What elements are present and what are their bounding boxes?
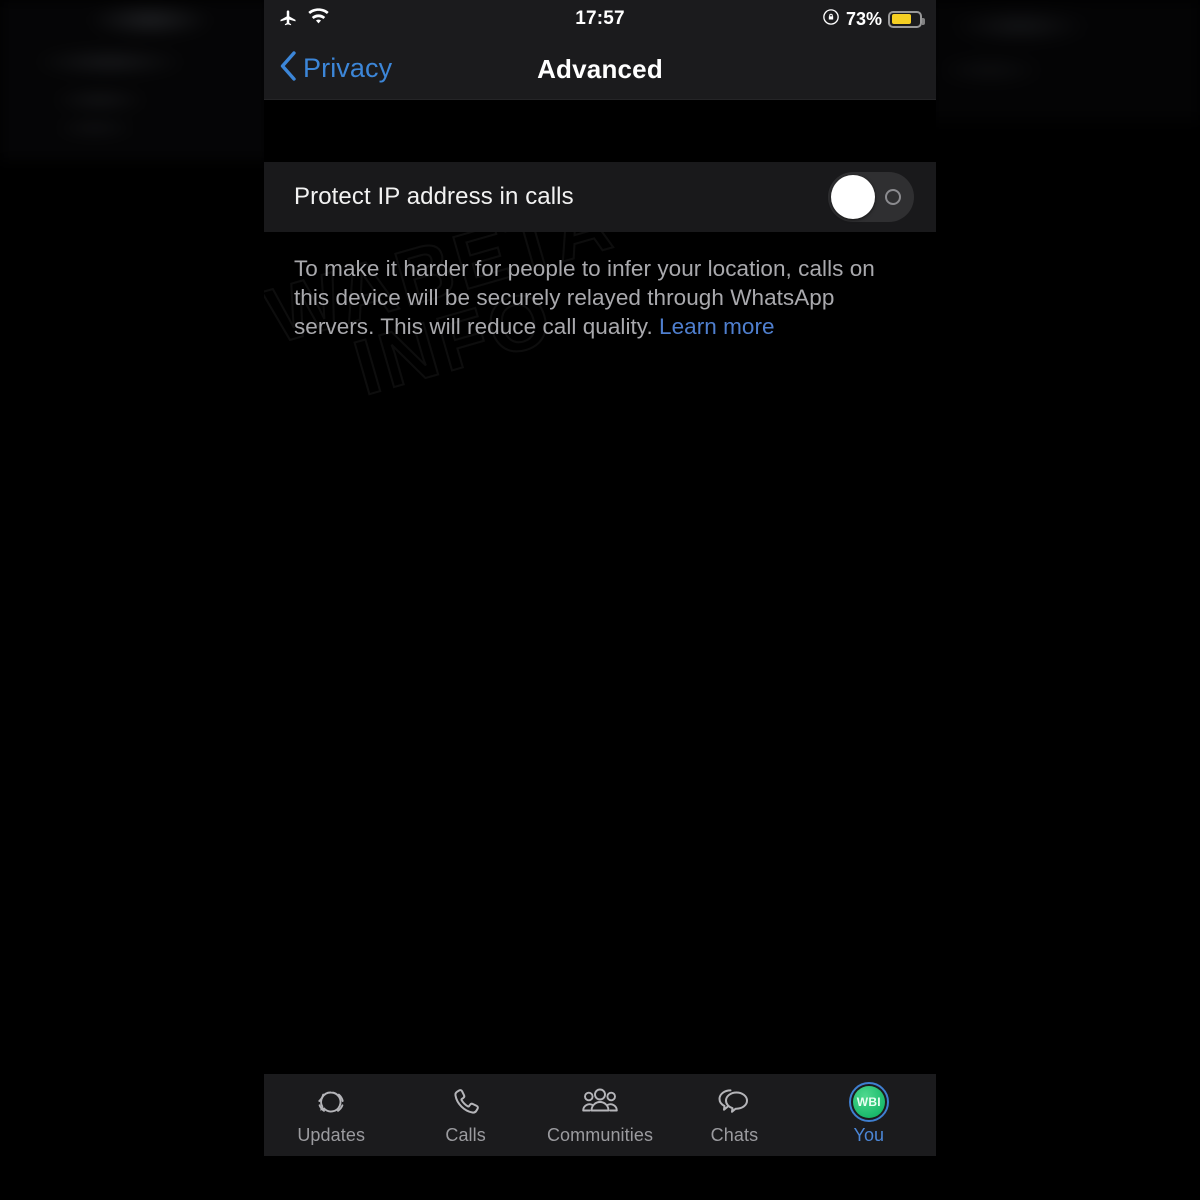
battery-fill: [891, 14, 912, 24]
tab-you[interactable]: WBI You: [802, 1082, 936, 1146]
page-title: Advanced: [537, 53, 663, 84]
protect-ip-label: Protect IP address in calls: [294, 183, 574, 210]
avatar-ring: WBI: [848, 1082, 889, 1122]
avatar-initials: WBI: [856, 1095, 881, 1109]
avatar: WBI: [852, 1086, 885, 1118]
tab-calls[interactable]: Calls: [398, 1082, 532, 1146]
learn-more-link[interactable]: Learn more: [659, 314, 775, 339]
navigation-bar: Privacy Advanced: [264, 38, 936, 100]
description-text: To make it harder for people to infer yo…: [294, 256, 875, 339]
profile-avatar-icon: WBI: [848, 1082, 889, 1122]
status-bar-right: 73%: [822, 8, 925, 31]
tab-updates[interactable]: Updates: [264, 1082, 398, 1146]
tab-chats[interactable]: Chats: [667, 1082, 801, 1146]
status-bar: 17:57 73%: [264, 0, 936, 38]
airplane-mode-icon: [278, 7, 298, 32]
backdrop-blur-right: [930, 0, 1200, 120]
tab-you-label: You: [853, 1125, 885, 1145]
battery-icon: [888, 10, 925, 28]
back-button[interactable]: Privacy: [278, 50, 392, 87]
communities-group-icon: [581, 1082, 619, 1122]
rotation-lock-icon: [822, 8, 840, 31]
settings-content: WABETA INFO Protect IP address in calls …: [264, 100, 936, 1156]
battery-percentage: 73%: [845, 8, 882, 29]
tab-communities-label: Communities: [546, 1125, 654, 1145]
chat-bubbles-icon: [714, 1082, 754, 1122]
protect-ip-description: To make it harder for people to infer yo…: [294, 255, 894, 341]
bottom-tab-bar: Updates Calls Communities Chats WBI You: [264, 1074, 936, 1156]
chevron-left-icon: [278, 50, 298, 87]
tab-updates-label: Updates: [297, 1125, 366, 1145]
toggle-knob: [831, 175, 875, 219]
status-bar-left: [278, 7, 330, 32]
toggle-off-indicator-icon: [885, 189, 901, 205]
backdrop-blur-left: [0, 0, 270, 160]
tab-calls-label: Calls: [445, 1125, 486, 1145]
back-button-label: Privacy: [303, 53, 393, 83]
status-bar-clock: 17:57: [575, 8, 625, 29]
phone-screen: 17:57 73% Privacy Advanced WABETA INFO P…: [264, 0, 936, 1200]
protect-ip-setting-row[interactable]: Protect IP address in calls: [264, 162, 936, 232]
updates-status-icon: [313, 1082, 349, 1122]
wifi-icon: [307, 7, 330, 31]
tab-chats-label: Chats: [710, 1125, 759, 1145]
tab-communities[interactable]: Communities: [533, 1082, 667, 1146]
protect-ip-toggle[interactable]: [828, 172, 914, 222]
phone-icon: [449, 1082, 483, 1122]
